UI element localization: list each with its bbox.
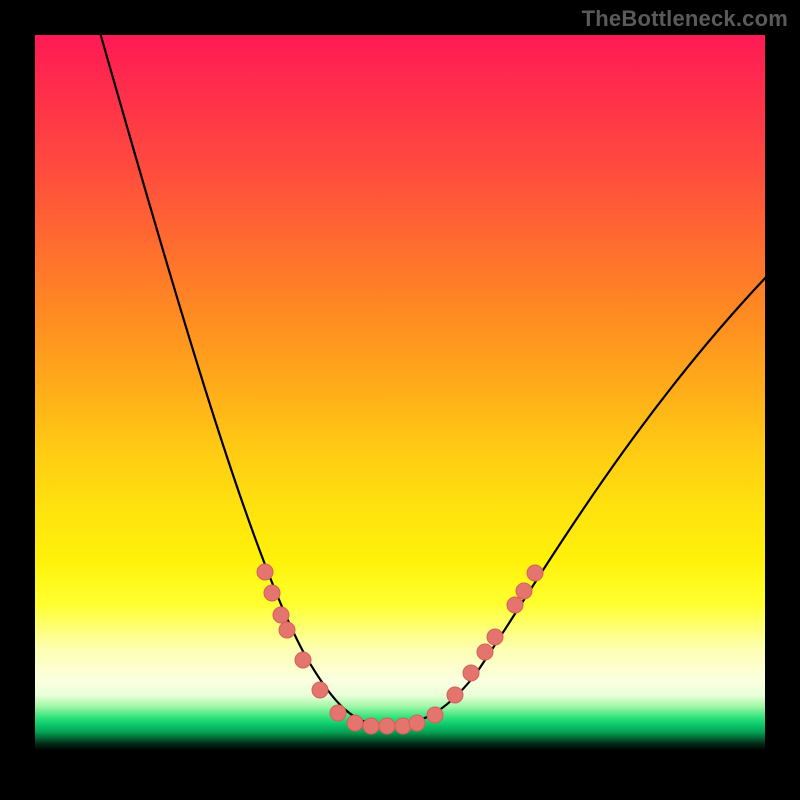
curve-dot — [507, 597, 523, 613]
chart-svg — [35, 35, 765, 765]
curve-dot — [463, 665, 479, 681]
curve-dot — [379, 718, 395, 734]
curve-dot — [347, 715, 363, 731]
curve-dot — [330, 705, 346, 721]
plot-area — [35, 35, 765, 765]
curve-dot — [487, 629, 503, 645]
curve-dot — [273, 607, 289, 623]
curve-dot — [279, 622, 295, 638]
curve-dot — [409, 715, 425, 731]
curve-dot — [257, 564, 273, 580]
chart-frame: TheBottleneck.com — [0, 0, 800, 800]
curve-dot — [295, 652, 311, 668]
curve-dot — [312, 682, 328, 698]
bottleneck-curve — [95, 35, 765, 725]
curve-dot — [395, 718, 411, 734]
watermark-text: TheBottleneck.com — [582, 6, 788, 32]
curve-dot — [527, 565, 543, 581]
curve-dot — [477, 644, 493, 660]
curve-dot — [447, 687, 463, 703]
curve-dot — [516, 583, 532, 599]
curve-dot — [264, 585, 280, 601]
curve-dots — [257, 564, 543, 734]
curve-dot — [363, 718, 379, 734]
curve-dot — [427, 707, 443, 723]
